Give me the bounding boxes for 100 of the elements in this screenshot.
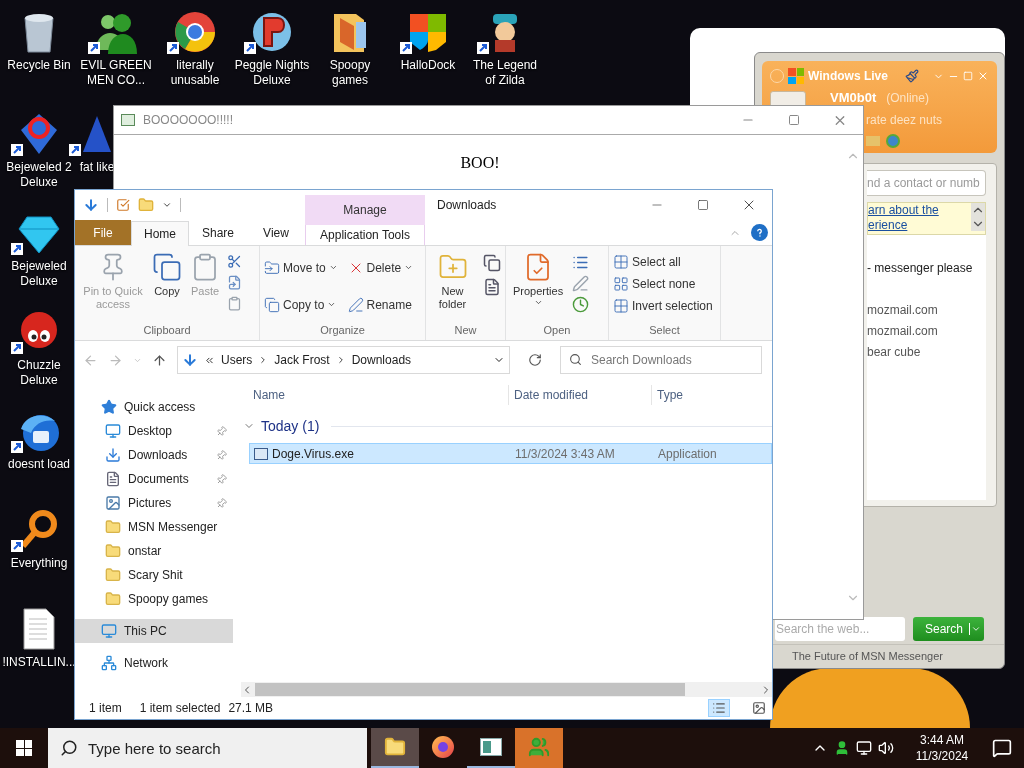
nav-item[interactable]: onstar xyxy=(75,539,233,563)
nav-item[interactable]: Pictures xyxy=(75,491,233,515)
network-icon[interactable] xyxy=(856,740,872,756)
scroll-up-icon[interactable] xyxy=(971,203,985,217)
desktop-icon-label[interactable]: The Legend of Zilda xyxy=(467,58,543,88)
desktop-icon-label[interactable]: literally unusable xyxy=(157,58,233,88)
nav-item[interactable]: Quick access xyxy=(75,395,233,419)
help-icon[interactable] xyxy=(751,224,768,241)
address-bar[interactable]: Users Jack Frost Downloads xyxy=(177,346,510,374)
ribbon-button[interactable]: Copy xyxy=(149,252,185,322)
details-view-button[interactable] xyxy=(708,699,730,717)
history-icon[interactable] xyxy=(572,296,590,313)
open-icon[interactable] xyxy=(572,254,590,271)
back-icon[interactable] xyxy=(83,352,98,368)
breadcrumb[interactable]: Users xyxy=(221,351,253,369)
person-icon[interactable] xyxy=(834,740,850,756)
caret-icon[interactable] xyxy=(969,623,981,635)
folder-icon xyxy=(105,519,121,535)
desktop-icon-label[interactable]: doesnt load xyxy=(7,457,71,472)
ribbon-button[interactable]: Copy to xyxy=(264,295,338,314)
nav-item[interactable]: Spoopy games xyxy=(75,587,233,611)
status-text: 1 item selected xyxy=(139,700,221,717)
properties-icon[interactable] xyxy=(116,198,130,212)
nav-item[interactable]: MSN Messenger xyxy=(75,515,233,539)
ribbon-tab[interactable]: File xyxy=(75,220,131,245)
search-field[interactable]: Search Downloads xyxy=(560,346,762,374)
date-cell-text: 11/3/2024 3:43 AM xyxy=(514,445,616,463)
document-icon xyxy=(21,607,57,651)
group-heading[interactable]: Today (1) xyxy=(261,415,320,437)
desktop-icon-label[interactable]: HalloDock xyxy=(400,58,456,73)
horizontal-scrollbar[interactable] xyxy=(241,682,772,697)
ribbon-button[interactable]: Delete xyxy=(347,258,421,277)
notifications-icon[interactable] xyxy=(992,738,1012,758)
taskbar-app-button[interactable] xyxy=(371,728,419,768)
volume-icon[interactable] xyxy=(878,740,894,756)
nav-item[interactable]: Downloads xyxy=(75,443,233,467)
file-row[interactable]: Doge.Virus.exe 11/3/2024 3:43 AM Application xyxy=(249,443,772,464)
folder-arrow-icon xyxy=(264,259,280,276)
column-header[interactable]: Name xyxy=(241,385,509,405)
ribbon-button[interactable]: Properties xyxy=(510,252,567,322)
desktop-icon-label[interactable]: Recycle Bin xyxy=(7,58,71,73)
desktop-icon-label[interactable]: !INSTALLIN... xyxy=(2,655,76,670)
ribbon-button[interactable]: Select all xyxy=(613,252,713,271)
contact-entry[interactable]: mozmail.com xyxy=(867,301,986,322)
ribbon-button[interactable]: Rename xyxy=(347,295,421,314)
ribbon-button[interactable]: New folder xyxy=(430,252,475,322)
paintbrush-icon[interactable] xyxy=(905,69,919,83)
desktop-icon-label[interactable]: Spoopy games xyxy=(312,58,388,88)
type-cell-text: Application xyxy=(658,445,718,463)
refresh-icon[interactable] xyxy=(528,353,542,367)
desktop-icon-label[interactable]: Chuzzle Deluxe xyxy=(1,358,77,388)
copy-path-icon[interactable] xyxy=(227,275,242,290)
nav-item[interactable]: Desktop xyxy=(75,419,233,443)
globe-icon[interactable] xyxy=(886,134,900,148)
up-icon[interactable] xyxy=(152,352,167,368)
forward-icon[interactable] xyxy=(108,352,123,368)
paste-shortcut-icon[interactable] xyxy=(227,296,242,311)
edit-icon[interactable] xyxy=(572,275,590,292)
scissors-icon[interactable] xyxy=(227,254,242,269)
nav-item[interactable]: Network xyxy=(75,651,233,675)
desktop-icon-label[interactable]: EVIL GREEN MEN CO... xyxy=(78,58,154,88)
desktop-icon-label[interactable]: fat like xyxy=(79,160,115,175)
desktop-icon-label[interactable]: Everything xyxy=(10,556,68,571)
caret-icon xyxy=(328,263,338,272)
ribbon-button[interactable]: Invert selection xyxy=(613,296,713,315)
caret-icon xyxy=(533,298,543,307)
windows-flag-icon xyxy=(788,68,804,84)
desktop-icon-label[interactable]: Peggle Nights Deluxe xyxy=(234,58,310,88)
nav-item[interactable]: Documents xyxy=(75,467,233,491)
breadcrumb[interactable]: Jack Frost xyxy=(274,351,330,369)
group-label: Select xyxy=(648,323,681,338)
ribbon-tab[interactable]: Home xyxy=(131,221,189,246)
ribbon-tab[interactable]: Application Tools xyxy=(305,225,425,245)
easy-access-icon[interactable] xyxy=(483,278,501,296)
column-header[interactable]: Date modified xyxy=(509,385,652,405)
breadcrumb[interactable]: Downloads xyxy=(351,351,412,369)
contact-entry[interactable]: - messenger please xyxy=(867,259,986,280)
column-header[interactable]: Type xyxy=(652,385,772,405)
ribbon-button[interactable]: Select none xyxy=(613,274,713,293)
select-all-icon xyxy=(613,253,629,270)
new-item-icon[interactable] xyxy=(483,254,501,272)
nav-item[interactable]: Scary Shit xyxy=(75,563,233,587)
banner-link[interactable]: erience xyxy=(868,218,971,233)
caret-icon xyxy=(404,263,414,272)
windows-logo-icon xyxy=(16,740,32,756)
taskbar-search-field[interactable]: Type here to search xyxy=(48,728,367,768)
ribbon-tab[interactable]: Share xyxy=(189,220,247,245)
desktop-icon-label[interactable]: Bejeweled Deluxe xyxy=(1,259,77,289)
folder-icon[interactable] xyxy=(138,197,154,213)
contact-entry[interactable]: bear cube xyxy=(867,343,986,364)
caret-icon[interactable] xyxy=(162,200,172,210)
contact-search-field[interactable]: nd a contact or numb xyxy=(867,170,986,196)
ribbon-tab[interactable]: View xyxy=(247,220,305,245)
ribbon-button[interactable]: Move to xyxy=(264,258,338,277)
banner-link[interactable]: arn about the xyxy=(868,203,971,218)
nav-item[interactable]: This PC xyxy=(75,619,233,643)
scroll-down-icon[interactable] xyxy=(971,217,985,231)
contact-entry[interactable]: mozmail.com xyxy=(867,322,986,343)
desktop-icon-label[interactable]: Bejeweled 2 Deluxe xyxy=(1,160,77,190)
clock[interactable]: 3:44 AM 11/3/2024 xyxy=(904,732,980,764)
